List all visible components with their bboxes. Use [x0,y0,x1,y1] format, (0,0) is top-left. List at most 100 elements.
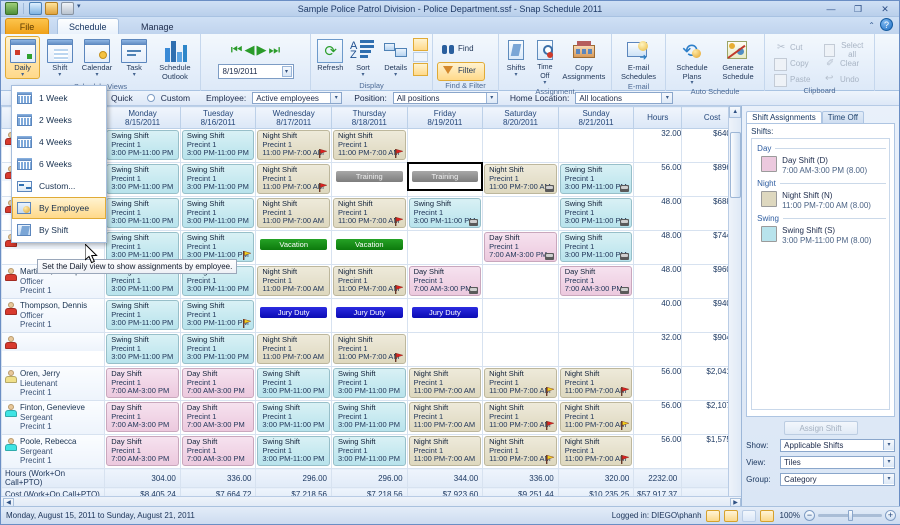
column-header-friday[interactable]: Friday 8/19/2011 [406,106,484,129]
day-cell[interactable]: Swing ShiftPrecint 13:00 PM-11:00 PM [105,299,180,331]
schedule-cell[interactable]: Day Shift Precint 1 7:00 AM-3:00 PM [406,264,484,299]
schedule-cell[interactable]: Jury Duty [406,298,484,333]
shift-tile[interactable]: Swing ShiftPrecint 13:00 PM-11:00 PM [333,368,406,398]
day-cell[interactable]: Training [406,162,484,191]
time-off-button[interactable]: Time Off ▾ [531,36,559,87]
table-row[interactable]: Swing Shift Precint 1 3:00 PM-11:00 PM Swin… [1,332,742,367]
tab-time-off[interactable]: Time Off [821,111,864,123]
day-cell[interactable]: Jury Duty [408,299,483,326]
column-header-hours[interactable]: Hours [633,106,683,129]
day-cell[interactable]: Day Shift Precint 1 7:00 AM-3:00 PM [181,435,256,467]
shift-tile[interactable]: Swing ShiftPrecint 13:00 PM-11:00 PM [106,164,179,194]
date-input[interactable]: 8/19/2011 ▾ [217,63,294,79]
shift-tile[interactable]: Night Shift Precint 1 11:00 PM-7:00 AM [257,198,330,228]
grid-vertical-scrollbar[interactable]: ▲ [728,106,742,508]
shift-tile[interactable]: Swing ShiftPrecint 13:00 PM-11:00 PM [181,164,255,194]
shift-tile[interactable]: Day Shift Precint 1 7:00 AM-3:00 PM [181,402,255,432]
employee-filter-chevron-down-icon[interactable]: ▾ [330,93,342,103]
day-cell[interactable]: Swing ShiftPrecint 13:00 PM-11:00 PM [559,231,634,263]
schedule-cell[interactable]: Night Shift Precint 1 11:00 PM-7:00 AM [482,162,559,197]
schedule-cell[interactable]: Swing ShiftPrecint 13:00 PM-11:00 PM [179,298,257,333]
schedule-cell[interactable] [482,332,559,367]
shift-tile[interactable]: Day Shift Precint 1 7:00 AM-3:00 PM [559,266,633,296]
shift-tile[interactable]: Night Shift Precint 1 11:00 PM-7:00 AM [257,266,330,296]
details-caret[interactable]: ▾ [394,72,397,78]
column-header-tuesday[interactable]: Tuesday 8/16/2011 [179,106,257,129]
schedule-cell[interactable]: Day Shift Precint 1 7:00 AM-3:00 PM [179,434,257,469]
shift-tile[interactable]: Swing ShiftPrecint 13:00 PM-11:00 PM [106,198,179,228]
day-cell[interactable]: Night Shift Precint 1 11:00 PM-7:00 AM [256,163,331,195]
table-row[interactable]: Thompson, Dennis Officer Precint 1 Swing Sh… [1,298,742,333]
day-cell[interactable]: Night Shift Precint 1 11:00 PM-7:00 AM [332,265,407,297]
employee-filter-combo[interactable]: Active employees ▾ [252,92,343,104]
next-button[interactable]: ▶ [257,43,267,56]
schedule-cell[interactable]: Day Shift Precint 1 7:00 AM-3:00 PM [104,434,181,469]
copy-assignments-button[interactable]: Copy Assignments [561,36,607,82]
employee-cell[interactable]: Oren, Jerry Lieutenant Precint 1 [1,366,106,401]
employee-cell[interactable]: Finton, Genevieve Sergeant Precint 1 [1,400,106,435]
zoom-in-button[interactable]: + [885,510,896,521]
task-caret[interactable]: ▾ [133,72,136,78]
shift-tile[interactable]: Swing ShiftPrecint 13:00 PM-11:00 PM [181,232,255,262]
shift-caret[interactable]: ▾ [58,72,61,78]
schedule-plans-caret[interactable]: ▾ [690,80,693,86]
display-toggle-2[interactable] [413,52,429,62]
shift-tile[interactable]: Swing ShiftPrecint 13:00 PM-11:00 PM [181,130,255,160]
home-location-filter-combo[interactable]: All locations ▾ [575,92,674,104]
shift-tile[interactable]: Swing ShiftPrecint 13:00 PM-11:00 PM [106,334,179,364]
schedule-cell[interactable]: Night Shift Precint 1 11:00 PM-7:00 AM [331,332,408,367]
schedule-cell[interactable] [482,196,559,231]
day-cell[interactable]: Night Shift Precint 1 11:00 PM-7:00 AM [332,197,407,229]
shift-tile[interactable]: Swing ShiftPrecint 13:00 PM-11:00 PM [333,402,406,432]
day-cell[interactable]: Night Shift Precint 1 11:00 PM-7:00 AM [332,129,407,161]
schedule-cell[interactable]: Night Shift Precint 1 11:00 PM-7:00 AM [406,434,484,469]
schedule-cell[interactable] [482,298,559,333]
shift-tile[interactable]: Night Shift Precint 1 11:00 PM-7:00 AM [333,334,406,364]
schedule-cell[interactable]: Night Shift Precint 1 11:00 PM-7:00 AM [482,434,559,469]
schedule-cell[interactable]: Night Shift Precint 1 11:00 PM-7:00 AM [482,366,559,401]
schedule-cell[interactable]: Day Shift Precint 1 7:00 AM-3:00 PM [104,400,181,435]
schedule-cell[interactable]: Day Shift Precint 1 7:00 AM-3:00 PM [104,366,181,401]
daily-view-dropdown-menu[interactable]: 1 Week 2 Weeks 4 Weeks 6 Weeks Custom... By E… [11,85,107,243]
shifts-button[interactable]: Shifts ▾ [503,36,529,79]
schedule-cell[interactable]: Night Shift Precint 1 11:00 PM-7:00 AM [255,196,332,231]
zoom-slider[interactable]: − + [804,510,896,521]
schedule-plans-button[interactable]: ⟲ Schedule Plans ▾ [670,36,714,87]
copy-clip-button[interactable]: Copy [769,56,817,73]
day-cell[interactable]: Swing ShiftPrecint 13:00 PM-11:00 PM [559,163,634,195]
vacation-band[interactable]: Vacation [260,239,327,250]
day-cell[interactable]: Swing ShiftPrecint 13:00 PM-11:00 PM [181,299,256,331]
position-filter-chevron-down-icon[interactable]: ▾ [485,93,497,103]
previous-button[interactable]: ◀ [245,43,255,56]
shift-tile[interactable]: Day Shift Precint 1 7:00 AM-3:00 PM [106,436,179,466]
shift-tile[interactable]: Night Shift Precint 1 11:00 PM-7:00 AM [559,402,633,432]
day-cell[interactable]: Day Shift Precint 1 7:00 AM-3:00 PM [559,265,634,297]
day-cell[interactable]: Swing ShiftPrecint 13:00 PM-11:00 PM [559,197,634,229]
table-row[interactable]: Poole, Rebecca Sergeant Precint 1 Day Shift… [1,434,742,469]
day-cell[interactable]: Night Shift Precint 1 11:00 PM-7:00 AM [483,163,558,195]
minimize-button[interactable]: — [823,3,839,15]
refresh-button[interactable]: ⟳ Refresh [315,36,346,74]
minimize-ribbon-icon[interactable]: ⌃ [868,21,875,30]
menu-item-1-week[interactable]: 1 Week [12,87,106,109]
shift-view-button[interactable]: Shift ▾ [42,36,77,79]
calendar-caret[interactable]: ▾ [96,72,99,78]
shift-tile[interactable]: Day Shift Precint 1 7:00 AM-3:00 PM [106,368,179,398]
vertical-scroll-thumb[interactable] [730,132,742,198]
menu-item-4-weeks[interactable]: 4 Weeks [12,131,106,153]
jury-band[interactable]: Jury Duty [336,307,403,318]
view-mode-2-icon[interactable] [723,509,738,522]
training-band[interactable]: Training [336,171,403,182]
show-combo[interactable]: Applicable Shifts ▾ [780,439,895,452]
shift-tile[interactable]: Day Shift Precint 1 7:00 AM-3:00 PM [181,368,255,398]
shift-tile[interactable]: Night Shift Precint 1 11:00 PM-7:00 AM [257,130,330,160]
filter-button[interactable]: Filter [437,62,485,81]
shift-tile[interactable]: Swing ShiftPrecint 13:00 PM-11:00 PM [106,232,179,262]
shift-tile[interactable]: Night Shift Precint 1 11:00 PM-7:00 AM [484,402,557,432]
shift-tile[interactable]: Night Shift Precint 1 11:00 PM-7:00 AM [559,368,633,398]
day-cell[interactable]: Jury Duty [332,299,407,326]
shift-tile[interactable]: Night Shift Precint 1 11:00 PM-7:00 AM [333,130,406,160]
schedule-cell[interactable]: Swing ShiftPrecint 13:00 PM-11:00 PM [179,332,257,367]
display-toggle-1[interactable] [413,38,429,51]
schedule-cell[interactable]: Swing ShiftPrecint 13:00 PM-11:00 PM [179,196,257,231]
